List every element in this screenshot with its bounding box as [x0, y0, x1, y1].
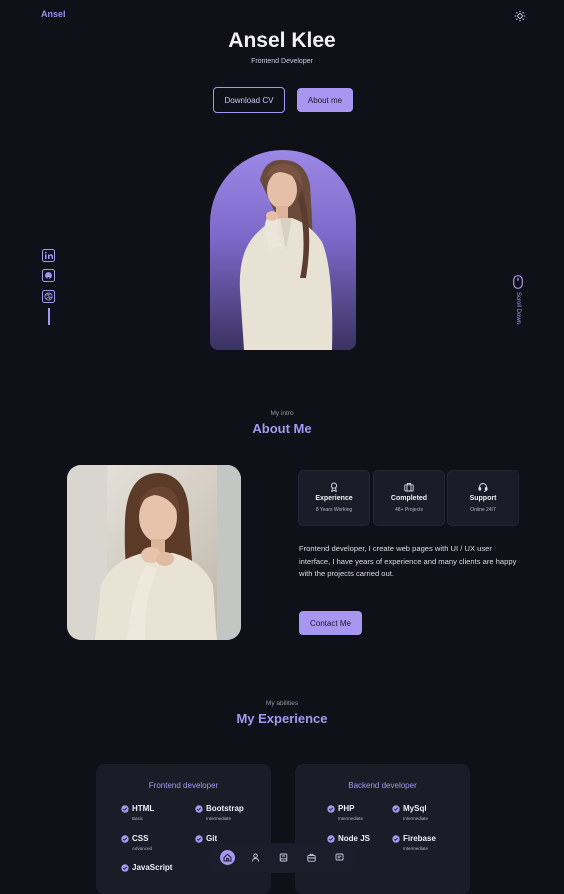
skill-name: Node JS — [338, 834, 371, 843]
skill-level: Intermediate — [403, 816, 429, 821]
hero-role: Frontend Developer — [251, 58, 313, 65]
skill-name: JavaScript — [132, 863, 173, 872]
github-icon[interactable] — [42, 269, 55, 282]
stat-completed: Completed 48+ Projects — [373, 470, 445, 526]
check-badge-icon — [392, 805, 400, 813]
site-logo[interactable]: Ansel — [41, 9, 66, 19]
briefcase-icon — [404, 479, 414, 492]
skill-name: CSS — [132, 834, 149, 843]
hero-photo — [210, 150, 356, 350]
skill-name: Firebase — [403, 834, 436, 843]
card-title: Backend developer — [348, 781, 417, 790]
stat-subtitle: Online 24/7 — [470, 507, 496, 513]
message-icon[interactable] — [332, 850, 347, 865]
about-subtitle: My intro — [270, 410, 294, 417]
check-badge-icon — [195, 835, 203, 843]
about-description: Frontend developer, I create web pages w… — [299, 544, 517, 578]
headset-icon — [478, 479, 488, 492]
skill-level: Intermediate — [403, 846, 429, 851]
check-badge-icon — [121, 805, 129, 813]
check-badge-icon — [121, 835, 129, 843]
about-me-button[interactable]: About me — [297, 88, 353, 112]
frontend-card: Frontend developer HTML Basic Bootstrap … — [96, 764, 271, 894]
skill-level: Basic — [132, 816, 144, 821]
backend-card: Backend developer PHP Intermediate MySql… — [295, 764, 470, 894]
bottom-nav — [208, 843, 356, 873]
stat-title: Support — [469, 495, 497, 502]
skill-level: Intermediate — [338, 816, 364, 821]
check-badge-icon — [327, 835, 335, 843]
check-badge-icon — [392, 835, 400, 843]
scroll-down-link[interactable]: Scroll Down — [515, 285, 521, 331]
linkedin-icon[interactable] — [42, 249, 55, 262]
card-title: Frontend developer — [148, 781, 219, 790]
home-icon[interactable] — [220, 850, 235, 865]
social-divider — [48, 308, 50, 325]
sun-icon[interactable] — [514, 9, 526, 22]
about-title: About Me — [252, 421, 312, 436]
stat-subtitle: 8 Years Working — [315, 507, 353, 513]
skill-name: MySql — [403, 804, 427, 813]
about-photo — [67, 465, 241, 640]
stat-support: Support Online 24/7 — [447, 470, 519, 526]
skill-name: Bootstrap — [206, 804, 244, 813]
check-badge-icon — [121, 864, 129, 872]
skill-name: Git — [206, 834, 218, 843]
stat-title: Completed — [390, 495, 428, 502]
experience-title: My Experience — [236, 711, 328, 726]
skill-level: Advanced — [132, 846, 153, 851]
user-icon[interactable] — [248, 850, 263, 865]
check-badge-icon — [327, 805, 335, 813]
stat-title: Experience — [315, 495, 353, 502]
award-icon — [329, 479, 339, 493]
check-badge-icon — [195, 805, 203, 813]
stat-subtitle: 48+ Projects — [395, 507, 423, 513]
skill-name: PHP — [338, 804, 355, 813]
contact-me-button[interactable]: Contact Me — [299, 611, 362, 635]
hero-name: Ansel Klee — [228, 29, 336, 52]
skill-level: Intermediate — [206, 816, 232, 821]
stat-experience: Experience 8 Years Working — [298, 470, 370, 526]
skill-name: HTML — [132, 804, 155, 813]
book-icon[interactable] — [276, 850, 291, 865]
briefcase-icon[interactable] — [304, 850, 319, 865]
experience-subtitle: My abilities — [265, 700, 299, 707]
download-cv-button[interactable]: Download CV — [213, 87, 285, 113]
dribbble-icon[interactable] — [42, 290, 55, 303]
